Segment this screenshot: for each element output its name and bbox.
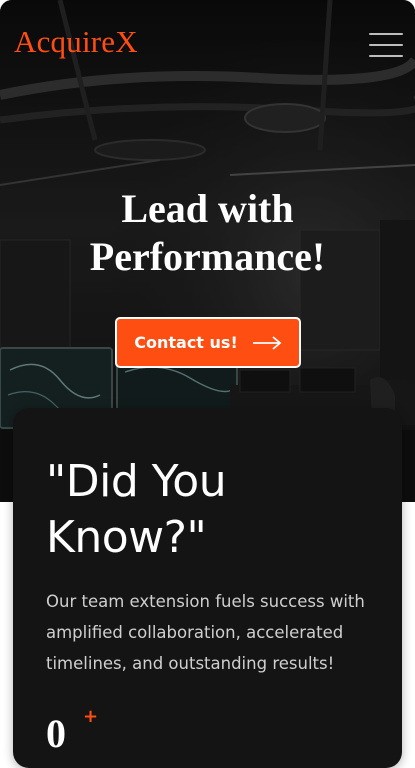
contact-us-button[interactable]: Contact us!: [115, 317, 301, 368]
did-you-know-card: "Did You Know?" Our team extension fuels…: [13, 408, 402, 768]
card-title: "Did You Know?": [46, 456, 227, 563]
hero-headline: Lead with Performance!: [89, 186, 326, 279]
contact-us-label: Contact us!: [134, 333, 238, 352]
card-description: Our team extension fuels success with am…: [46, 592, 365, 673]
brand-logo[interactable]: AcquireX: [14, 24, 138, 60]
arrow-right-icon: [252, 335, 282, 350]
hamburger-menu-icon[interactable]: [369, 33, 403, 59]
stat-suffix: +: [83, 706, 99, 727]
stat-value: 0: [46, 711, 66, 756]
